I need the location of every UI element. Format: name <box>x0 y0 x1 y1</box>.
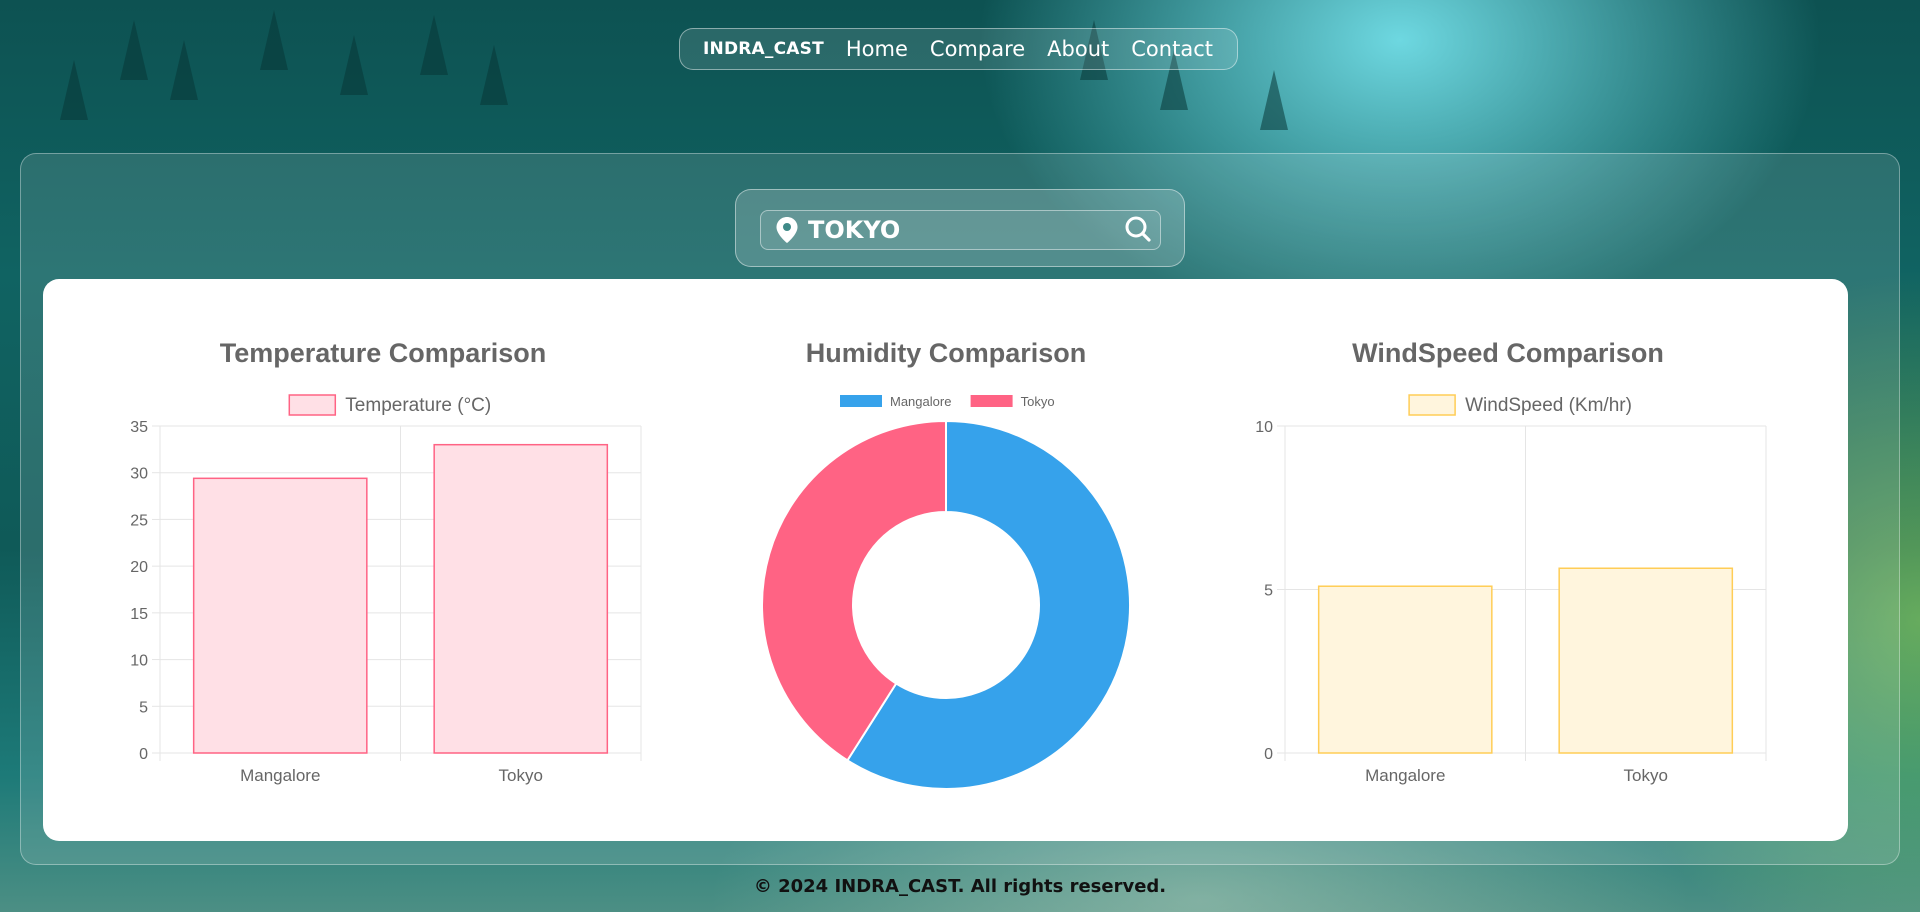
temperature-y-tick-label: 20 <box>130 559 148 576</box>
footer-copyright: © 2024 INDRA_CAST. All rights reserved. <box>753 876 1167 897</box>
temperature-y-tick-label: 35 <box>130 419 148 436</box>
temperature-y-tick-label: 5 <box>139 699 148 716</box>
temperature-x-tick-label: Mangalore <box>240 766 320 785</box>
humidity-legend-swatch <box>970 395 1013 407</box>
windspeed-y-tick-label: 10 <box>1255 419 1273 436</box>
temperature-y-tick-label: 25 <box>130 512 148 529</box>
humidity-legend-swatch <box>840 395 882 407</box>
temperature-y-tick-label: 30 <box>130 466 148 483</box>
temperature-legend-label: Temperature (°C) <box>345 395 491 416</box>
windspeed-x-tick-label: Tokyo <box>1624 766 1668 785</box>
temperature-y-tick-label: 10 <box>130 653 148 670</box>
temperature-y-tick-label: 0 <box>139 746 148 763</box>
windspeed-y-tick-label: 0 <box>1264 746 1273 763</box>
windspeed-x-tick-label: Mangalore <box>1365 766 1445 785</box>
humidity-legend-label: Tokyo <box>1021 394 1055 409</box>
charts-canvas: Temperature (°C) 0 5 10 15 20 25 30 35 Mangalore T… <box>130 394 1767 790</box>
temperature-legend-swatch <box>288 394 337 416</box>
temperature-y-tick-label: 15 <box>130 606 148 623</box>
temperature-x-tick-label: Tokyo <box>499 766 543 785</box>
temperature-bar <box>433 443 609 754</box>
humidity-legend-label: Mangalore <box>890 394 951 409</box>
temperature-bar <box>192 477 368 754</box>
windspeed-legend-swatch <box>1408 394 1456 416</box>
windspeed-legend-label: WindSpeed (Km/hr) <box>1465 395 1632 416</box>
windspeed-y-tick-label: 5 <box>1264 583 1273 600</box>
windspeed-bar <box>1558 567 1734 754</box>
windspeed-bar <box>1317 585 1493 754</box>
